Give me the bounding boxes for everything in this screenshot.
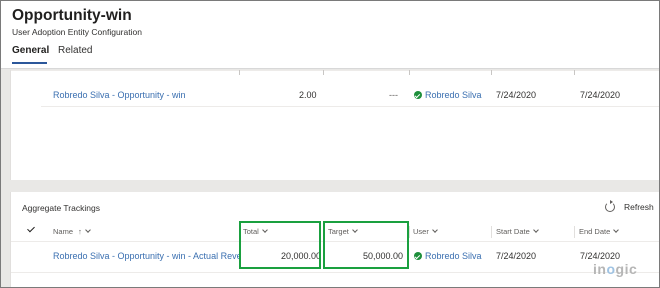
column-label: User <box>413 227 429 236</box>
refresh-label: Refresh <box>624 202 654 212</box>
page-title: Opportunity-win <box>12 7 132 24</box>
column-separator[interactable] <box>323 226 324 238</box>
start-date-cell: 7/24/2020 <box>496 90 537 100</box>
column-header-end-date[interactable]: End Date <box>579 227 620 236</box>
grid-header: Name ↑ Total Target User Start Date End … <box>11 223 659 242</box>
watermark-text: o <box>606 261 616 277</box>
column-separator <box>323 70 324 75</box>
column-label: Start Date <box>496 227 530 236</box>
column-header-target[interactable]: Target <box>328 227 358 236</box>
chevron-down-icon <box>613 227 620 233</box>
tab-related[interactable]: Related <box>58 45 102 65</box>
column-label: Target <box>328 227 349 236</box>
app-frame: Opportunity-win User Adoption Entity Con… <box>0 0 660 288</box>
value-cell: 2.00 <box>299 90 317 100</box>
column-header-user[interactable]: User <box>413 227 438 236</box>
table-row[interactable]: Robredo Silva - Opportunity - win 2.00 -… <box>11 88 659 106</box>
column-separator[interactable] <box>239 226 240 238</box>
column-separator[interactable] <box>491 226 492 238</box>
column-separator <box>239 70 240 75</box>
watermark-text: gic <box>615 261 638 277</box>
column-separator <box>409 70 410 75</box>
sort-ascending-icon: ↑ <box>78 227 82 236</box>
chevron-down-icon <box>85 227 91 233</box>
column-header-name[interactable]: Name ↑ <box>53 227 91 236</box>
start-date-cell: 7/24/2020 <box>496 251 537 261</box>
column-separator <box>574 70 575 75</box>
target-cell: --- <box>389 90 398 100</box>
section-title: Aggregate Trackings <box>22 203 100 213</box>
column-separator[interactable] <box>574 226 575 238</box>
select-all-checkmark-icon[interactable] <box>27 224 35 233</box>
user-status-icon <box>414 91 422 99</box>
column-header-start-date[interactable]: Start Date <box>496 227 539 236</box>
user-status-icon <box>414 252 422 260</box>
column-label: End Date <box>579 227 611 236</box>
user-link[interactable]: Robredo Silva <box>425 251 482 261</box>
record-name-link[interactable]: Robredo Silva - Opportunity - win - Actu… <box>53 249 239 263</box>
column-label: Name <box>53 227 74 236</box>
chevron-down-icon <box>352 227 358 233</box>
column-separator[interactable] <box>409 226 410 238</box>
chevron-down-icon <box>262 227 268 233</box>
record-name-link[interactable]: Robredo Silva - Opportunity - win <box>53 88 186 102</box>
tab-general[interactable]: General <box>12 45 49 65</box>
header-divider <box>11 70 659 71</box>
target-cell: 50,000.00 <box>363 251 404 261</box>
user-cell: Robredo Silva <box>414 249 482 263</box>
chevron-down-icon <box>532 227 539 233</box>
user-cell: Robredo Silva <box>414 88 482 102</box>
column-separator <box>491 70 492 75</box>
page-subtitle: User Adoption Entity Configuration <box>12 27 142 37</box>
column-header-total[interactable]: Total <box>243 227 268 236</box>
watermark-text: in <box>593 261 607 277</box>
form-header: Opportunity-win User Adoption Entity Con… <box>1 1 659 69</box>
total-cell: 20,000.00 <box>281 251 322 261</box>
user-link[interactable]: Robredo Silva <box>425 90 482 100</box>
end-date-cell: 7/24/2020 <box>580 90 621 100</box>
column-label: Total <box>243 227 259 236</box>
refresh-icon <box>605 200 615 212</box>
chevron-down-icon <box>432 227 438 233</box>
refresh-button[interactable]: Refresh <box>605 200 659 217</box>
inogic-watermark-logo: inogic <box>593 261 637 277</box>
row-divider <box>41 106 659 107</box>
row-divider <box>11 272 659 273</box>
tracking-subgrid: Robredo Silva - Opportunity - win 2.00 -… <box>10 70 659 180</box>
table-row[interactable]: Robredo Silva - Opportunity - win - Actu… <box>11 249 659 267</box>
aggregate-trackings-subgrid: Aggregate Trackings Refresh Name ↑ Total… <box>10 192 659 287</box>
